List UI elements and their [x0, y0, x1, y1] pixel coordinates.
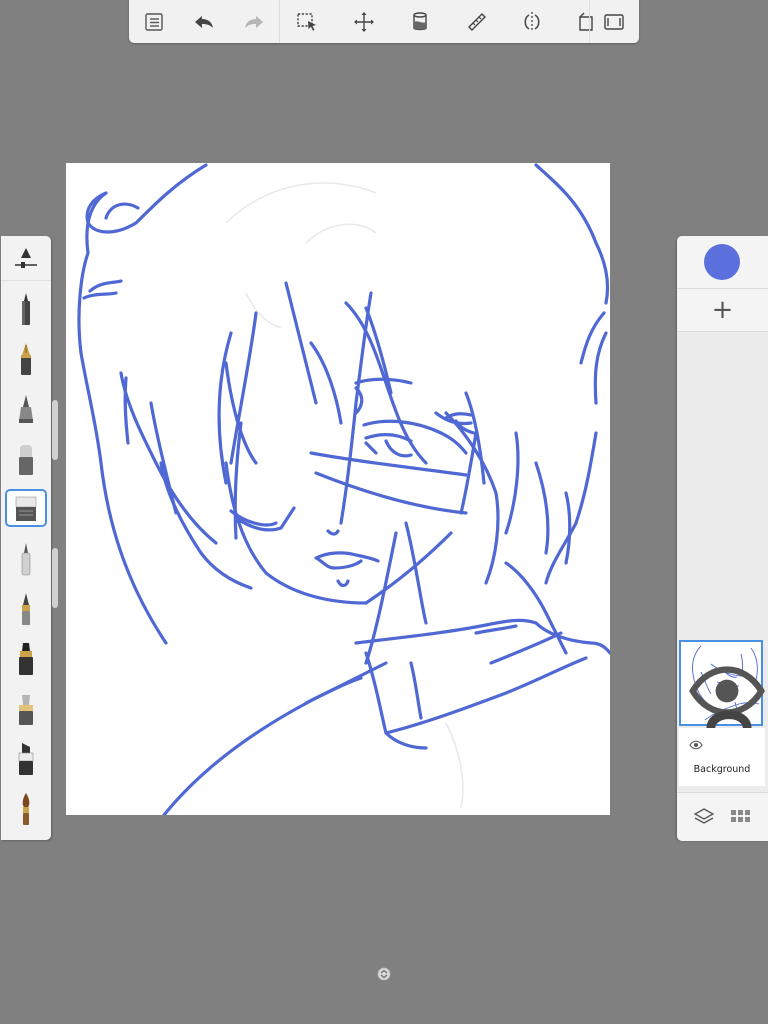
eraser-icon[interactable] — [5, 489, 47, 527]
redo-icon[interactable] — [239, 7, 269, 37]
toolbar-separator — [589, 0, 590, 43]
selection-icon[interactable] — [292, 7, 322, 37]
rotate-handle-icon[interactable] — [377, 967, 391, 981]
layer-thumbnail[interactable] — [679, 640, 765, 783]
perspective-icon[interactable] — [569, 7, 599, 37]
background-layer[interactable]: Background — [679, 728, 765, 786]
palette-separator — [1, 280, 51, 281]
palette-scroll-handle[interactable] — [52, 548, 58, 608]
brush-palette — [1, 236, 51, 840]
ballpoint-pen-icon[interactable] — [6, 539, 46, 581]
chisel-marker-icon[interactable] — [6, 739, 46, 781]
current-color-swatch[interactable] — [704, 244, 740, 280]
visibility-eye-icon[interactable] — [689, 740, 703, 750]
airbrush-icon[interactable] — [6, 389, 46, 431]
top-toolbar — [129, 0, 639, 43]
color-swatch-area — [677, 236, 768, 289]
symmetry-icon[interactable] — [517, 7, 547, 37]
sketch-drawing — [77, 163, 610, 815]
sketchbook-app: + Background — [0, 0, 768, 1024]
layer-stack-icon[interactable] — [693, 805, 715, 827]
brush-size-slider-icon[interactable] — [6, 238, 46, 280]
palette-scroll-handle[interactable] — [52, 400, 58, 460]
add-layer-button[interactable]: + — [677, 289, 768, 332]
fill-bucket-icon[interactable] — [405, 7, 435, 37]
layer-panel-footer — [677, 792, 768, 841]
transform-icon[interactable] — [349, 7, 379, 37]
pencil-brush-icon[interactable] — [6, 289, 46, 331]
paint-brush-tip-icon[interactable] — [6, 589, 46, 631]
fountain-pen-brush-icon[interactable] — [6, 339, 46, 381]
toolbar-separator — [279, 0, 280, 43]
background-layer-label: Background — [693, 764, 751, 775]
highlighter-icon[interactable] — [6, 689, 46, 731]
ruler-icon[interactable] — [462, 7, 492, 37]
marker-icon[interactable] — [6, 639, 46, 681]
undo-icon[interactable] — [189, 7, 219, 37]
layer-panel: + Background — [677, 236, 768, 841]
grid-view-icon[interactable] — [729, 805, 751, 827]
soft-eraser-icon[interactable] — [6, 439, 46, 481]
drawing-canvas[interactable] — [66, 163, 610, 815]
fullscreen-icon[interactable] — [599, 7, 629, 37]
list-icon[interactable] — [139, 7, 169, 37]
paintbrush-icon[interactable] — [6, 789, 46, 831]
